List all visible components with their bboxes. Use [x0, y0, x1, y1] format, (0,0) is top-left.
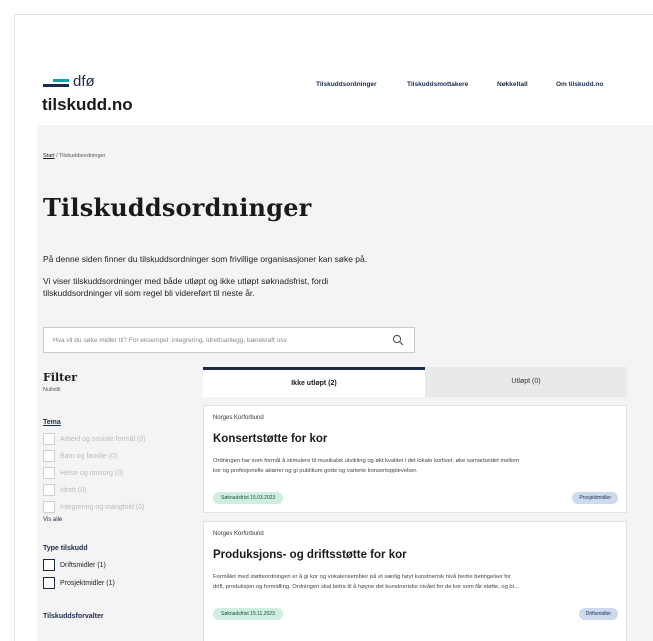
result-tabs: Ikke utløpt (2) Utløpt (0) — [203, 367, 627, 397]
intro-text-1: På denne siden finner du tilskuddsordnin… — [43, 254, 368, 264]
deadline-badge: Søknadsfrist 15.11.2023 — [213, 608, 283, 620]
card-description: Ordningen har som formål å stimulere til… — [213, 456, 619, 476]
filter-group-forvalter[interactable]: Tilskuddsforvalter — [43, 613, 104, 620]
checkbox[interactable] — [43, 433, 55, 445]
checkbox-label: Driftsmidler (1) — [60, 561, 106, 569]
nav-om-tilskudd[interactable]: Om tilskudd.no — [556, 81, 603, 88]
card-description: Formålet med støtteordningen er å gi kor… — [213, 572, 619, 592]
filter-tema-integrering[interactable]: Integrering og mangfold (0) — [43, 501, 144, 513]
card-description-line: kor og profesjonelle aktører og gi publi… — [213, 468, 418, 474]
intro-text-2b: tilskuddsordninger vil som regel bli vid… — [43, 288, 255, 298]
result-card[interactable]: Norges Korforbund Konsertstøtte for kor … — [203, 405, 627, 513]
browser-viewport: dfø tilskudd.no Tilskuddsordninger Tilsk… — [14, 14, 653, 641]
checkbox-label: Integrering og mangfold (0) — [60, 503, 145, 511]
card-title[interactable]: Konsertstøtte for kor — [213, 433, 327, 445]
card-organization: Norges Korforbund — [213, 415, 264, 421]
nav-tilskuddsmottakere[interactable]: Tilskuddsmottakere — [407, 81, 468, 88]
breadcrumb-current: Tilskuddsordninger — [59, 153, 106, 159]
type-badge: Driftsmidler — [578, 608, 618, 620]
breadcrumb: Start / Tilskuddsordninger — [43, 153, 105, 159]
dfo-logo-icon[interactable] — [43, 79, 71, 89]
site-name[interactable]: tilskudd.no — [42, 95, 133, 115]
filter-tema-arbeid[interactable]: Arbeid og sosiale formål (0) — [43, 433, 146, 445]
checkbox[interactable] — [43, 577, 55, 589]
deadline-badge: Søknadsfrist 15.03.2023 — [213, 492, 284, 504]
checkbox[interactable] — [43, 450, 55, 462]
site-header: dfø tilskudd.no Tilskuddsordninger Tilsk… — [15, 15, 653, 125]
card-description-line: drift, produksjon og formidling. Ordning… — [213, 584, 519, 590]
intro-text-2a: Vi viser tilskuddsordninger med både utl… — [43, 276, 329, 286]
filter-group-type: Type tilskudd — [43, 545, 88, 552]
checkbox-label: Idrett (0) — [60, 486, 87, 494]
tab-ikke-utlopt[interactable]: Ikke utløpt (2) — [203, 367, 425, 397]
filter-type-driftsmidler[interactable]: Driftsmidler (1) — [43, 559, 106, 571]
dfo-logo-text[interactable]: dfø — [73, 73, 95, 90]
checkbox[interactable] — [43, 484, 55, 496]
type-badge: Prosjektmidler — [572, 492, 618, 504]
checkbox-label: Prosjektmidler (1) — [60, 579, 115, 587]
search-icon[interactable] — [392, 334, 404, 346]
card-title[interactable]: Produksjons- og driftsstøtte for kor — [213, 549, 407, 561]
filter-tema-helse[interactable]: Helse og omsorg (0) — [43, 467, 123, 479]
card-description-line: Ordningen har som formål å stimulere til… — [213, 458, 520, 464]
search-input[interactable]: Hva vil du søke midler til? For eksempel… — [43, 327, 415, 353]
checkbox-label: Helse og omsorg (0) — [60, 469, 124, 477]
page-title: Tilskuddsordninger — [43, 193, 312, 222]
nav-nokkeltall[interactable]: Nøkkeltall — [497, 81, 528, 88]
main-content: Start / Tilskuddsordninger Tilskuddsordn… — [37, 125, 653, 641]
card-organization: Norges Korforbund — [213, 531, 264, 537]
checkbox[interactable] — [43, 467, 55, 479]
checkbox-label: Barn og familie (0) — [60, 452, 118, 460]
result-card[interactable]: Norges Korforbund Produksjons- og drifts… — [203, 521, 627, 641]
card-description-line: Formålet med støtteordningen er å gi kor… — [213, 574, 512, 580]
breadcrumb-separator: / — [56, 153, 58, 159]
filter-type-prosjektmidler[interactable]: Prosjektmidler (1) — [43, 577, 115, 589]
breadcrumb-start-link[interactable]: Start — [43, 153, 55, 159]
nav-tilskuddsordninger[interactable]: Tilskuddsordninger — [316, 81, 377, 88]
checkbox[interactable] — [43, 501, 55, 513]
filter-group-tema[interactable]: Tema — [43, 419, 61, 426]
tab-utlopt[interactable]: Utløpt (0) — [425, 367, 627, 397]
filter-reset-link[interactable]: Nullstill — [43, 387, 60, 393]
checkbox[interactable] — [43, 559, 55, 571]
checkbox-label: Arbeid og sosiale formål (0) — [60, 435, 146, 443]
show-all-link[interactable]: Vis alle — [43, 517, 62, 523]
filter-tema-idrett[interactable]: Idrett (0) — [43, 484, 86, 496]
filter-title: Filter — [43, 371, 78, 384]
filter-tema-barn[interactable]: Barn og familie (0) — [43, 450, 117, 462]
search-placeholder: Hva vil du søke midler til? For eksempel… — [53, 337, 289, 344]
